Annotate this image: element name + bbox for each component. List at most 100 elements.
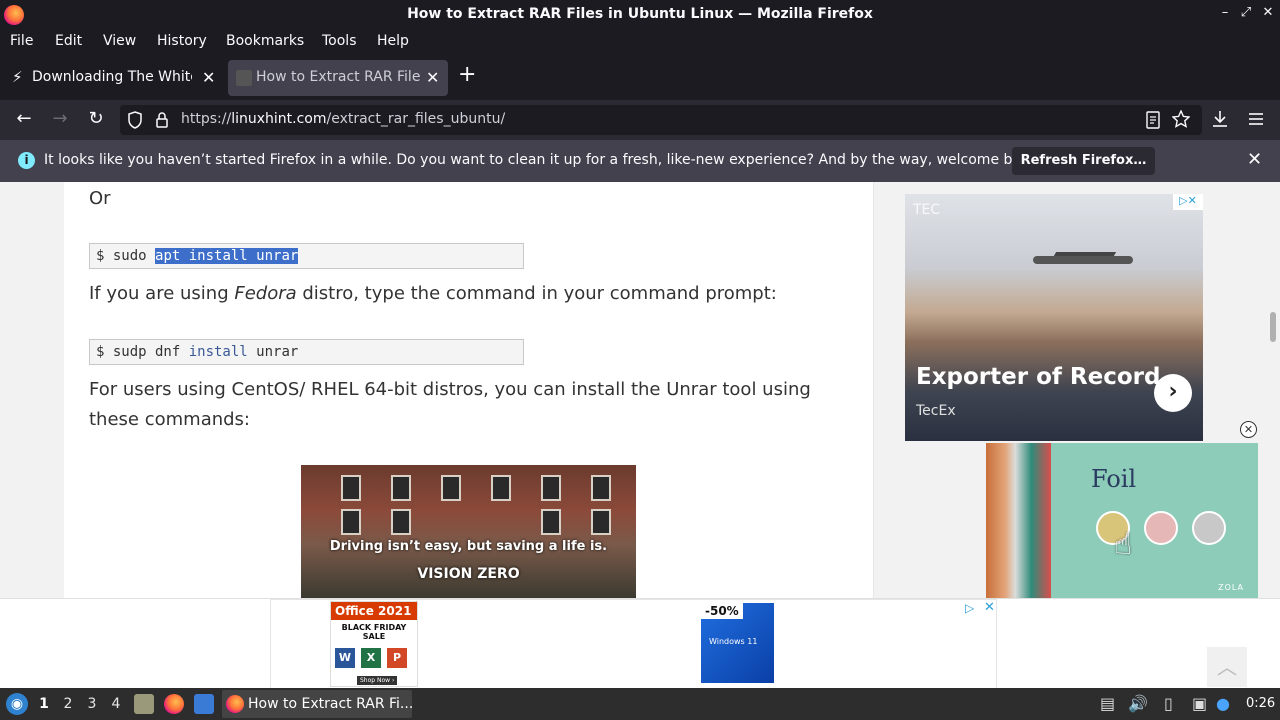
navigation-toolbar: ← → ↻ https://linuxhint.com/extract_rar_… bbox=[0, 100, 1280, 140]
ad-arrow-button[interactable]: › bbox=[1154, 374, 1192, 412]
word-icon: W bbox=[335, 648, 355, 668]
volume-icon[interactable]: 🔊 bbox=[1128, 694, 1148, 713]
firefox-icon bbox=[226, 695, 244, 713]
paragraph-or: Or bbox=[89, 188, 111, 209]
taskbar-firefox-window[interactable]: How to Extract RAR Fi... bbox=[222, 690, 414, 718]
adchoices-icon[interactable]: ▷✕ bbox=[1173, 194, 1203, 210]
discount-badge: -50% bbox=[701, 603, 743, 619]
reader-view-icon[interactable] bbox=[1145, 111, 1161, 129]
shield-icon[interactable] bbox=[127, 111, 143, 129]
maximize-button[interactable]: ⤢ bbox=[1237, 5, 1255, 20]
zola-logo: ZOLA bbox=[1218, 583, 1244, 592]
airplane-image bbox=[1033, 256, 1133, 264]
ad-side-image bbox=[986, 443, 1051, 598]
url-text[interactable]: https://linuxhint.com/extract_rar_files_… bbox=[181, 111, 505, 127]
clipboard-icon[interactable]: ▤ bbox=[1100, 694, 1115, 713]
office-sale: BLACK FRIDAY SALE bbox=[331, 620, 417, 644]
close-window-button[interactable]: ✕ bbox=[1259, 5, 1277, 20]
info-icon: i bbox=[18, 152, 35, 169]
tecex-ad[interactable]: TEC ▷✕ Exporter of Record TecEx › bbox=[905, 194, 1203, 441]
code-block-apt: $ sudo apt install unrar bbox=[89, 243, 524, 269]
notification-icon[interactable]: ● bbox=[1216, 694, 1230, 713]
firefox-launcher-icon[interactable] bbox=[164, 694, 184, 714]
reload-button[interactable]: ↻ bbox=[84, 108, 108, 129]
title-bar: How to Extract RAR Files in Ubuntu Linux… bbox=[0, 0, 1280, 30]
start-menu-icon[interactable]: ◉ bbox=[6, 693, 28, 715]
taskbar: ◉ 1 2 3 4 How to Extract RAR Fi... ▤ 🔊 ▯… bbox=[0, 688, 1280, 720]
refresh-notification-bar: i It looks like you haven’t started Fire… bbox=[0, 140, 1280, 182]
notification-message: It looks like you haven’t started Firefo… bbox=[44, 152, 1043, 168]
hamburger-menu-icon[interactable] bbox=[1248, 111, 1264, 127]
menu-view[interactable]: View bbox=[103, 33, 136, 49]
hand-cursor-icon: ☝ bbox=[1114, 527, 1133, 562]
page-scrollbar[interactable] bbox=[1270, 312, 1276, 342]
workspace-4[interactable]: 4 bbox=[109, 696, 123, 712]
excel-icon: X bbox=[361, 648, 381, 668]
paragraph-centos-line2: these commands: bbox=[89, 409, 250, 430]
tab-downloading[interactable]: ⚡ Downloading The White H ✕ bbox=[4, 60, 222, 96]
minimize-button[interactable]: – bbox=[1216, 5, 1234, 20]
workspace-2[interactable]: 2 bbox=[61, 696, 75, 712]
tab-close-icon[interactable]: ✕ bbox=[426, 68, 439, 87]
menu-edit[interactable]: Edit bbox=[55, 33, 82, 49]
workspace-3[interactable]: 3 bbox=[85, 696, 99, 712]
windows11-ad[interactable]: -50% Windows 11 bbox=[701, 603, 774, 683]
files-icon[interactable]: ▯ bbox=[1164, 694, 1173, 713]
adchoices-icon[interactable]: ▷ bbox=[965, 601, 974, 615]
bookmark-star-icon[interactable] bbox=[1172, 110, 1190, 128]
new-tab-button[interactable]: + bbox=[458, 64, 476, 86]
task-label: How to Extract RAR Fi... bbox=[248, 696, 414, 712]
page-content: Or $ sudo apt install unrar If you are u… bbox=[0, 182, 1280, 598]
downloads-icon[interactable] bbox=[1211, 110, 1229, 128]
forward-button[interactable]: → bbox=[48, 108, 72, 129]
powerpoint-icon: P bbox=[387, 648, 407, 668]
ad-close-icon[interactable]: ✕ bbox=[1240, 421, 1257, 438]
close-notification-icon[interactable]: ✕ bbox=[1247, 149, 1262, 170]
url-bar[interactable]: https://linuxhint.com/extract_rar_files_… bbox=[120, 105, 1202, 135]
file-manager-icon[interactable] bbox=[134, 694, 154, 714]
menu-help[interactable]: Help bbox=[377, 33, 409, 49]
lock-icon[interactable] bbox=[155, 111, 169, 129]
windows-logo: Windows 11 bbox=[709, 637, 758, 646]
airplane-wing bbox=[1053, 252, 1117, 256]
terminal-icon[interactable] bbox=[194, 694, 214, 714]
tab-extract-rar[interactable]: How to Extract RAR Files ✕ bbox=[228, 60, 448, 96]
code-block-dnf: $ sudp dnf install unrar bbox=[89, 339, 524, 365]
zola-ad[interactable]: Foil ☝ ZOLA bbox=[986, 443, 1258, 598]
tab-label: Downloading The White H bbox=[32, 69, 192, 85]
office-title: Office 2021 bbox=[331, 602, 417, 620]
ad-advertiser: TecEx bbox=[916, 403, 956, 419]
video-brand: VISION ZERO bbox=[417, 566, 520, 582]
menu-bar: File Edit View History Bookmarks Tools H… bbox=[0, 30, 1280, 54]
video-ad[interactable]: Driving isn’t easy, but saving a life is… bbox=[301, 465, 636, 598]
foil-rose-swatch[interactable] bbox=[1144, 511, 1178, 545]
refresh-firefox-button[interactable]: Refresh Firefox… bbox=[1012, 147, 1155, 175]
back-button[interactable]: ← bbox=[12, 108, 36, 129]
scroll-to-top-button[interactable]: ︿ bbox=[1207, 647, 1247, 687]
clock: 0:26 bbox=[1246, 696, 1276, 711]
selected-text[interactable]: apt install unrar bbox=[155, 248, 299, 264]
linuxhint-favicon-icon bbox=[236, 70, 252, 86]
paragraph-fedora: If you are using Fedora distro, type the… bbox=[89, 283, 777, 304]
video-caption: Driving isn’t easy, but saving a life is… bbox=[329, 539, 608, 554]
display-icon[interactable]: ▣ bbox=[1192, 694, 1207, 713]
workspace-1[interactable]: 1 bbox=[37, 696, 51, 712]
office-ad[interactable]: Office 2021 BLACK FRIDAY SALE WXP Shop N… bbox=[330, 601, 418, 687]
tab-strip: ⚡ Downloading The White H ✕ How to Extra… bbox=[0, 56, 1280, 100]
ad-close-icon[interactable]: ✕ bbox=[984, 600, 995, 615]
tecex-logo: TEC bbox=[913, 202, 941, 218]
paragraph-centos-line1: For users using CentOS/ RHEL 64-bit dist… bbox=[89, 379, 811, 400]
menu-tools[interactable]: Tools bbox=[322, 33, 357, 49]
bottom-ad-banner: Office 2021 BLACK FRIDAY SALE WXP Shop N… bbox=[0, 598, 1280, 689]
foil-silver-swatch[interactable] bbox=[1192, 511, 1226, 545]
tab-close-icon[interactable]: ✕ bbox=[202, 68, 215, 87]
menu-history[interactable]: History bbox=[157, 33, 207, 49]
ad-headline: Exporter of Record bbox=[916, 364, 1161, 390]
menu-file[interactable]: File bbox=[10, 33, 33, 49]
tab-label: How to Extract RAR Files bbox=[256, 69, 420, 85]
menu-bookmarks[interactable]: Bookmarks bbox=[226, 33, 304, 49]
lightning-icon: ⚡ bbox=[12, 68, 23, 86]
ad-title: Foil bbox=[1091, 465, 1137, 493]
shop-now-button[interactable]: Shop Now › bbox=[357, 676, 398, 685]
article-body: Or $ sudo apt install unrar If you are u… bbox=[64, 182, 874, 598]
